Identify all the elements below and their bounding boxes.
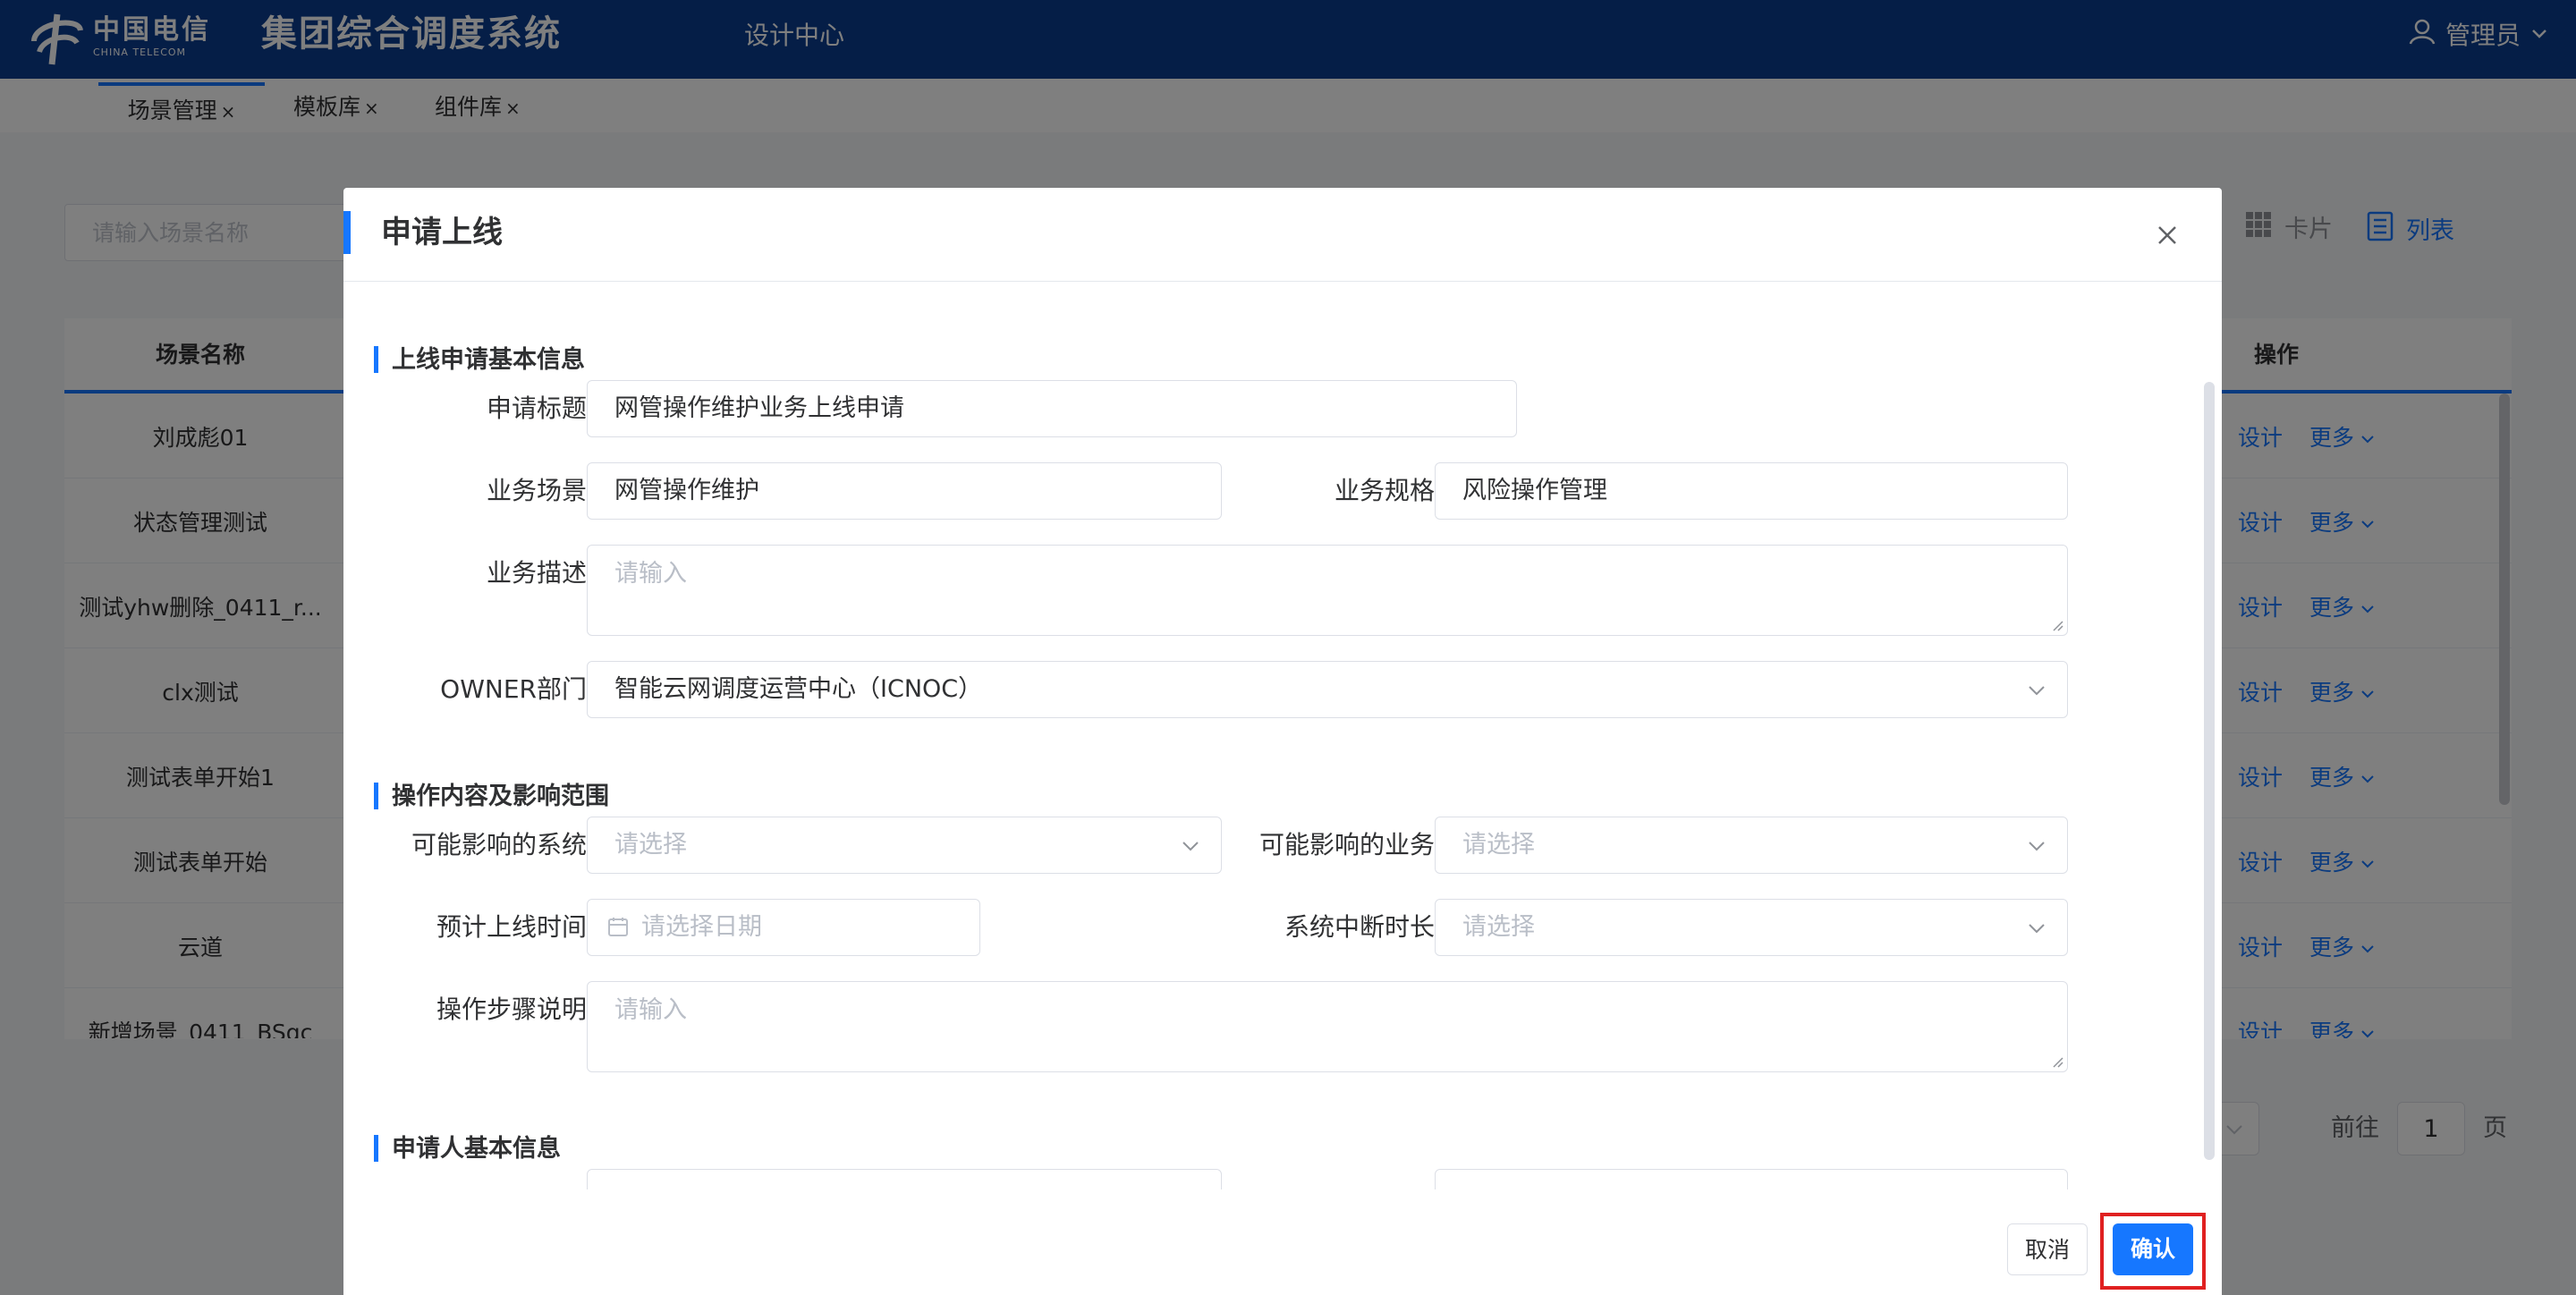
dialog-title: 申请上线: [381, 215, 503, 250]
desc-label: 业务描述: [486, 558, 587, 588]
dialog-footer: [343, 1189, 2222, 1295]
online-time-label: 预计上线时间: [436, 912, 587, 942]
confirm-highlight-box: [2100, 1213, 2206, 1290]
section-basic-info: 上线申请基本信息: [374, 344, 585, 377]
date-placeholder: 请选择日期: [641, 913, 762, 941]
cancel-button[interactable]: 取消: [2007, 1223, 2088, 1275]
close-icon[interactable]: [2152, 220, 2182, 250]
affected-system-placeholder: 请选择: [614, 831, 687, 859]
title-accent-bar: [343, 211, 351, 254]
spec-label: 业务规格: [1334, 476, 1435, 505]
dialog-scrollbar[interactable]: [2204, 382, 2215, 1160]
resize-handle-icon[interactable]: [2051, 1055, 2063, 1068]
dialog-body: 上线申请基本信息 申请标题 网管操作维护业务上线申请 业务场景 网管操作维护 业…: [343, 282, 2222, 1189]
section-applicant: 申请人基本信息: [374, 1133, 561, 1165]
affected-business-label: 可能影响的业务: [1258, 830, 1435, 859]
desc-placeholder: 请输入: [614, 560, 687, 588]
section-scope: 操作内容及影响范围: [374, 781, 609, 813]
apply-online-dialog: 申请上线 上线申请基本信息 申请标题 网管操作维护业务上线申请 业务场景 网管操…: [343, 188, 2222, 1295]
steps-label: 操作步骤说明: [436, 995, 587, 1024]
applicant-name-input[interactable]: [587, 1169, 1222, 1189]
steps-placeholder: 请输入: [614, 996, 687, 1024]
desc-textarea[interactable]: 请输入: [587, 545, 2068, 636]
affected-system-label: 可能影响的系统: [411, 830, 587, 859]
steps-textarea[interactable]: 请输入: [587, 981, 2068, 1072]
chevron-down-icon: [2029, 924, 2045, 934]
affected-business-placeholder: 请选择: [1462, 831, 1535, 859]
dialog-header: 申请上线: [343, 188, 2222, 282]
chevron-down-icon: [2029, 686, 2045, 696]
affected-system-select[interactable]: 请选择: [587, 817, 1222, 874]
online-date-picker[interactable]: 请选择日期: [587, 899, 980, 956]
applicant-dept-input[interactable]: [1435, 1169, 2068, 1189]
affected-business-select[interactable]: 请选择: [1435, 817, 2068, 874]
outage-select[interactable]: 请选择: [1435, 899, 2068, 956]
outage-label: 系统中断时长: [1284, 912, 1435, 942]
owner-value: 智能云网调度运营中心（ICNOC）: [614, 675, 983, 703]
chevron-down-icon: [2029, 842, 2045, 851]
title-input[interactable]: 网管操作维护业务上线申请: [587, 380, 1517, 437]
chevron-down-icon: [1182, 842, 1199, 851]
resize-handle-icon[interactable]: [2051, 619, 2063, 631]
outage-placeholder: 请选择: [1462, 913, 1535, 941]
scene-label: 业务场景: [486, 476, 587, 505]
spec-input[interactable]: 风险操作管理: [1435, 462, 2068, 520]
title-label: 申请标题: [486, 394, 587, 423]
scene-input[interactable]: 网管操作维护: [587, 462, 1222, 520]
calendar-icon: [608, 917, 628, 936]
owner-select[interactable]: 智能云网调度运营中心（ICNOC）: [587, 661, 2068, 718]
owner-label: OWNER部门: [440, 674, 587, 704]
